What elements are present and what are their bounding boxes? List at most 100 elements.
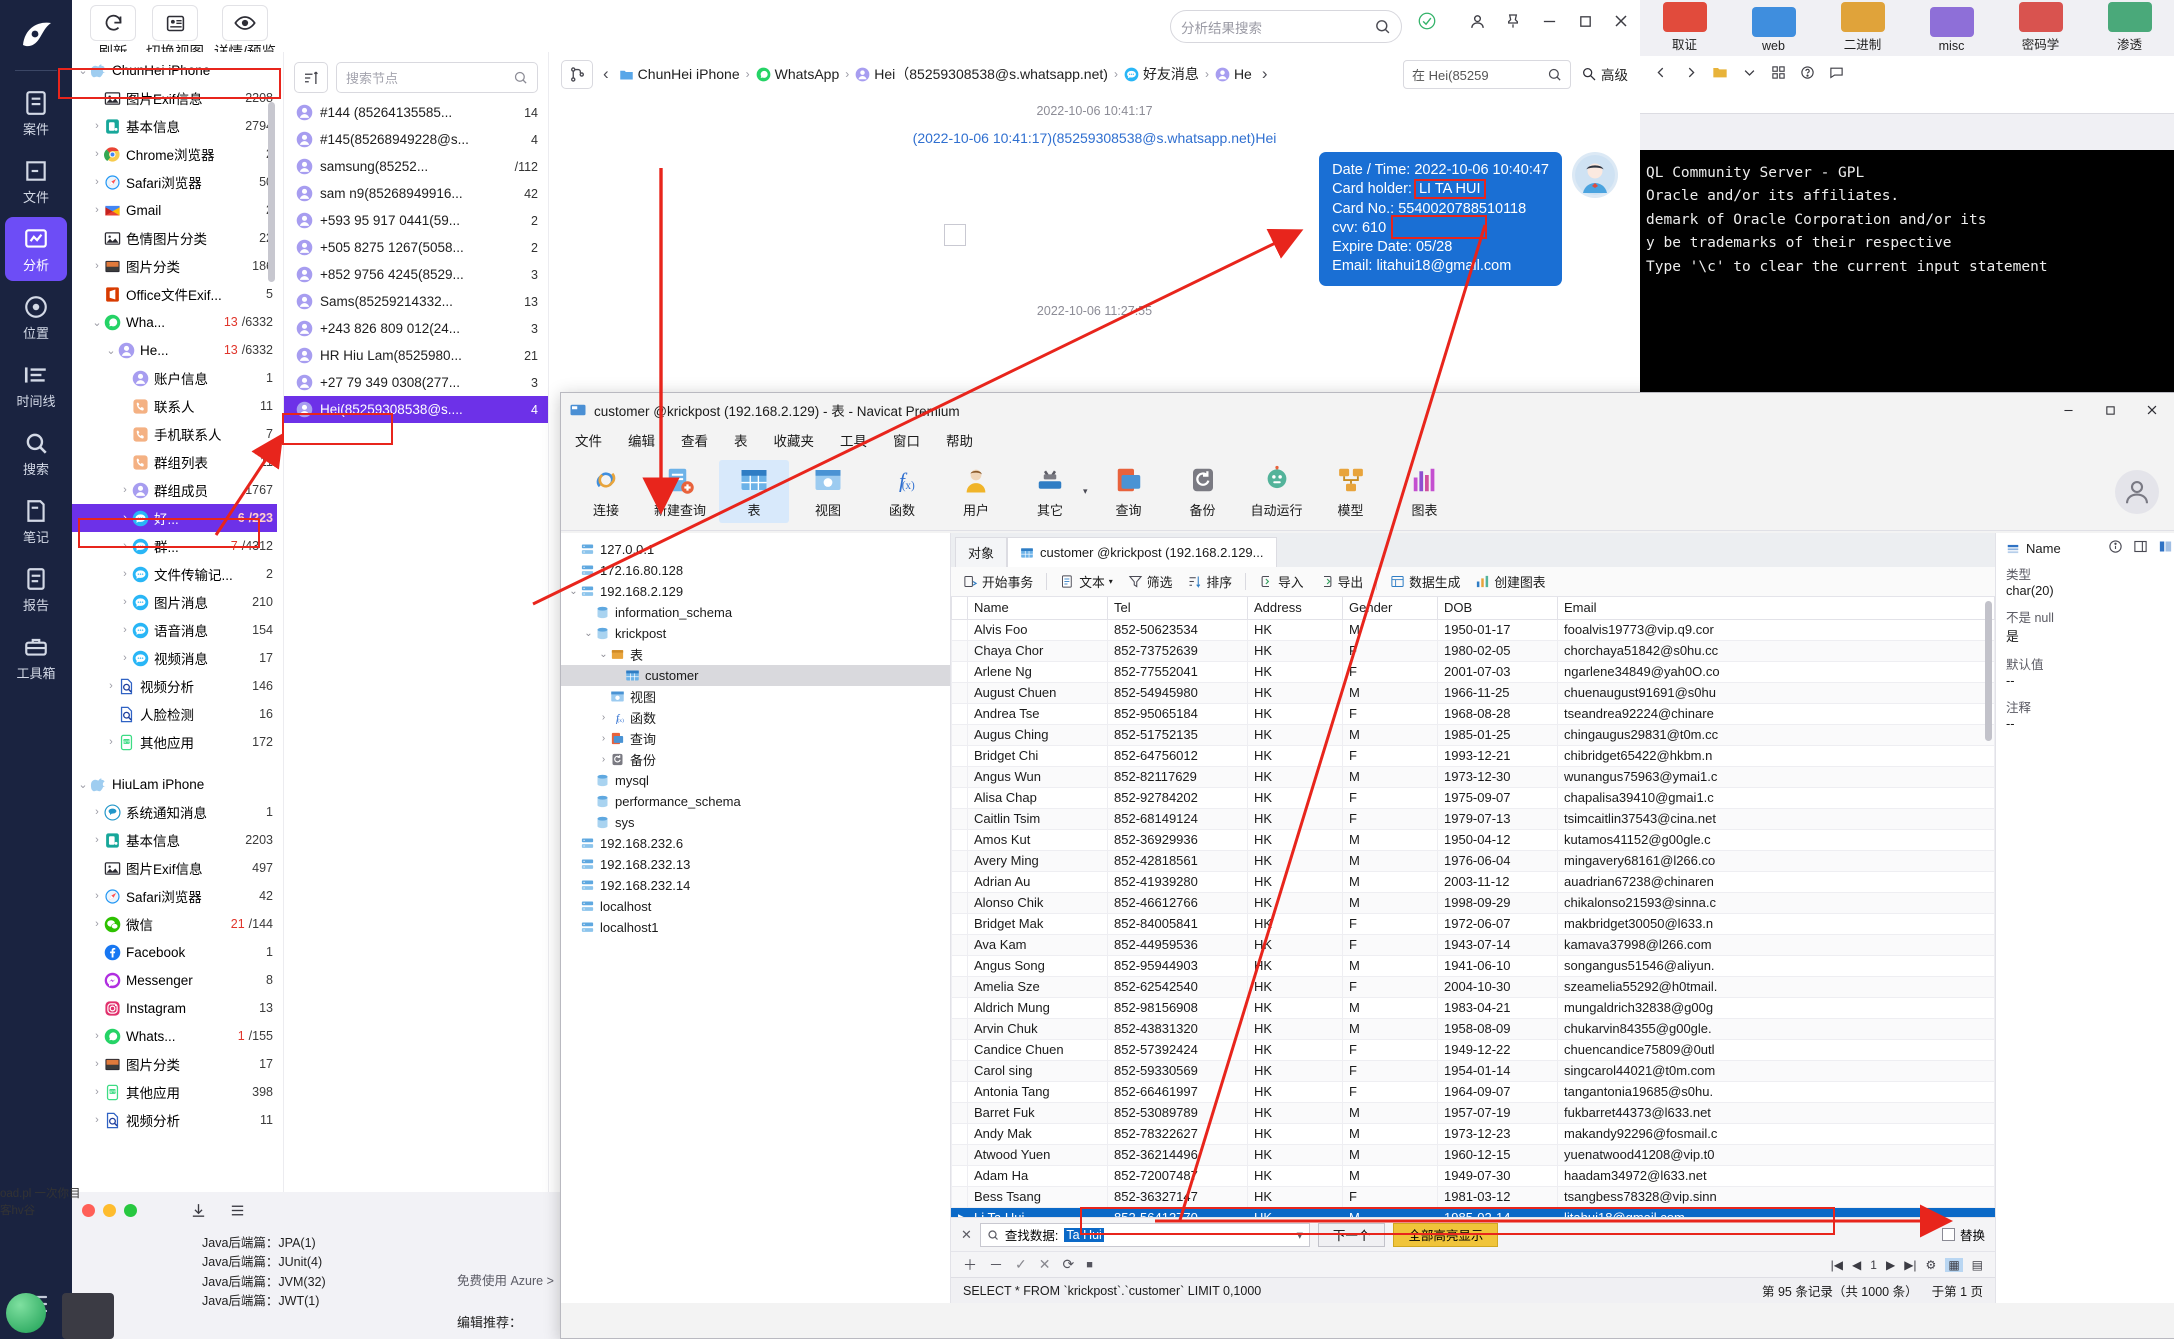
cell-DOB[interactable]: 1998-09-29 <box>1437 891 1558 914</box>
cell-Name[interactable]: Ava Kam <box>967 933 1108 956</box>
refresh-icon[interactable]: ⟳ <box>1062 1256 1074 1273</box>
menu-item-查看[interactable]: 查看 <box>681 430 708 450</box>
cell-Tel[interactable]: 852-98156908 <box>1107 996 1248 1019</box>
chevron-down-icon[interactable]: ⌄ <box>597 649 610 660</box>
navicat-tree-node-performance_schema[interactable]: performance_schema <box>561 791 950 812</box>
cell-Address[interactable]: HK <box>1247 744 1343 767</box>
contact-list-item[interactable]: +243 826 809 012(24... 3 <box>284 315 548 342</box>
cell-Name[interactable]: Alisa Chap <box>967 786 1108 809</box>
cell-Gender[interactable]: M <box>1342 1164 1438 1187</box>
chevron-down-icon[interactable]: ⌄ <box>567 586 580 597</box>
cell-Name[interactable]: Barret Fuk <box>967 1101 1108 1124</box>
chevron-right-icon[interactable]: › <box>90 204 104 216</box>
navicat-tree-node-mysql[interactable]: mysql <box>561 770 950 791</box>
navicat-tree-node-192.168.232.14[interactable]: 192.168.232.14 <box>561 875 950 896</box>
tree-node-Whats...[interactable]: › Whats... 1/155 <box>72 1022 277 1050</box>
find-highlight-all-button[interactable]: 全部高亮显示 <box>1393 1222 1499 1247</box>
cell-DOB[interactable]: 1950-04-12 <box>1437 828 1558 851</box>
grid-action-导出[interactable]: 导出 <box>1313 570 1370 593</box>
rail-item-位置[interactable]: 位置 <box>5 285 67 349</box>
table-row[interactable]: Candice Chuen 852-57392424 HK F 1949-12-22 ch… <box>951 1038 1995 1061</box>
cell-Name[interactable]: Bridget Chi <box>967 744 1108 767</box>
dot-zoom[interactable] <box>124 1204 137 1217</box>
ribbon-button-模型[interactable]: 模型 <box>1316 460 1386 523</box>
cell-Address[interactable]: HK <box>1247 1122 1343 1145</box>
chevron-right-icon[interactable]: › <box>90 176 104 188</box>
cell-Email[interactable]: chapalisa39410@gmai1.c <box>1557 786 1995 809</box>
ribbon-button-备份[interactable]: 备份 <box>1168 460 1238 523</box>
cell-Email[interactable]: szeamelia55292@h0tmail. <box>1557 975 1995 998</box>
grid-icon[interactable] <box>1771 65 1786 80</box>
rail-item-搜索[interactable]: 搜索 <box>5 421 67 485</box>
cell-Name[interactable]: Caitlin Tsim <box>967 807 1108 830</box>
table-row[interactable]: Augus Ching 852-51752135 HK M 1985-01-25 chin… <box>951 723 1995 746</box>
cell-Address[interactable]: HK <box>1247 1038 1343 1061</box>
cell-Email[interactable]: makandy92296@fosmail.c <box>1557 1122 1995 1145</box>
navicat-tree-node-172.16.80.128[interactable]: 172.16.80.128 <box>561 560 950 581</box>
table-row[interactable]: Angus Wun 852-82117629 HK M 1973-12-30 wunang… <box>951 765 1995 788</box>
cell-Address[interactable]: HK <box>1247 1185 1343 1208</box>
azure-promo[interactable]: 免费使用 Azure > <box>457 1270 554 1289</box>
navicat-data-grid[interactable]: Name Tel Address Gender DOB Email Alvis Foo 85… <box>951 597 1995 1217</box>
cell-Name[interactable]: Andy Mak <box>967 1122 1108 1145</box>
cell-Email[interactable]: chukarvin84355@g00gle. <box>1557 1017 1995 1040</box>
chevron-right-icon[interactable]: › <box>118 568 132 580</box>
cell-Address[interactable]: HK <box>1247 849 1343 872</box>
minimize-button[interactable] <box>1540 12 1558 30</box>
navicat-tree-node-备份[interactable]: › 备份 <box>561 749 950 770</box>
form-view-icon[interactable]: ▤ <box>1972 1258 1983 1272</box>
cell-Address[interactable]: HK <box>1247 702 1343 725</box>
navicat-tree-node-localhost[interactable]: localhost <box>561 896 950 917</box>
maximize-button[interactable] <box>1576 12 1594 30</box>
tree-scrollbar[interactable] <box>268 102 275 282</box>
chevron-right-icon[interactable]: › <box>90 1114 104 1126</box>
chevron-right-icon[interactable]: › <box>118 624 132 636</box>
table-row[interactable]: Caitlin Tsim 852-68149124 HK F 1979-07-13 tsi… <box>951 807 1995 830</box>
table-row[interactable]: Bess Tsang 852-36327147 HK F 1981-03-12 tsang… <box>951 1185 1995 1208</box>
cell-Address[interactable]: HK <box>1247 1080 1343 1103</box>
cell-Name[interactable]: Andrea Tse <box>967 702 1108 725</box>
pager-next[interactable]: ▶ <box>1886 1258 1895 1272</box>
cell-Email[interactable]: chuenaugust91691@s0hu <box>1557 681 1995 704</box>
navicat-close[interactable] <box>2131 394 2173 426</box>
cell-Email[interactable]: chuencandice75809@0utl <box>1557 1038 1995 1061</box>
cell-Tel[interactable]: 852-59330569 <box>1107 1059 1248 1082</box>
cell-Tel[interactable]: 852-42818561 <box>1107 849 1248 872</box>
cell-Name[interactable]: Arlene Ng <box>967 660 1108 683</box>
cell-Gender[interactable]: M <box>1342 618 1438 641</box>
cell-Address[interactable]: HK <box>1247 660 1343 683</box>
advanced-search-button[interactable]: 高级 <box>1581 64 1628 84</box>
cell-Address[interactable]: HK <box>1247 765 1343 788</box>
find-close-icon[interactable]: ✕ <box>961 1227 972 1243</box>
chevron-right-icon[interactable]: › <box>104 680 118 692</box>
chevron-right-icon[interactable]: › <box>90 806 104 818</box>
download-icon[interactable] <box>190 1202 207 1219</box>
grid-action-文本[interactable]: 文本 ▾ <box>1054 570 1119 593</box>
cell-Tel[interactable]: 852-36929936 <box>1107 828 1248 851</box>
menu-item-工具[interactable]: 工具 <box>840 430 867 450</box>
cell-Tel[interactable]: 852-36327147 <box>1107 1185 1248 1208</box>
tree-node-视频分析[interactable]: › 视频分析 146 <box>72 672 277 700</box>
cell-DOB[interactable]: 1973-12-30 <box>1437 765 1558 788</box>
back-icon[interactable] <box>1654 65 1669 80</box>
rail-item-时间线[interactable]: 时间线 <box>5 353 67 417</box>
navicat-tree-node-sys[interactable]: sys <box>561 812 950 833</box>
cell-Gender[interactable]: F <box>1342 975 1438 998</box>
cell-Email[interactable]: mingavery68161@l266.co <box>1557 849 1995 872</box>
cell-Email[interactable]: chikalonso21593@sinna.c <box>1557 891 1995 914</box>
cell-Gender[interactable]: M <box>1342 1017 1438 1040</box>
cell-Tel[interactable]: 852-72007487 <box>1107 1164 1248 1187</box>
chevron-right-icon[interactable]: › <box>90 120 104 132</box>
cell-Address[interactable]: HK <box>1247 786 1343 809</box>
cell-Gender[interactable]: M <box>1342 891 1438 914</box>
tree-node-ChunHei iPhone[interactable]: ⌄ ChunHei iPhone <box>72 56 277 84</box>
navicat-tree-node-查询[interactable]: › 查询 <box>561 728 950 749</box>
tree-node-HiuLam iPhone[interactable]: ⌄ HiuLam iPhone <box>72 770 277 798</box>
tree-node-Messenger[interactable]: Messenger 8 <box>72 966 277 994</box>
ribbon-button-用户[interactable]: 用户 <box>941 460 1011 523</box>
table-row[interactable]: Amos Kut 852-36929936 HK M 1950-04-12 kutamos… <box>951 828 1995 851</box>
cell-Name[interactable]: Li Ta Hui <box>967 1206 1108 1217</box>
cell-Address[interactable]: HK <box>1247 996 1343 1019</box>
contact-list-item[interactable]: HR Hiu Lam(8525980... 21 <box>284 342 548 369</box>
pager-last[interactable]: ▶| <box>1904 1258 1916 1272</box>
